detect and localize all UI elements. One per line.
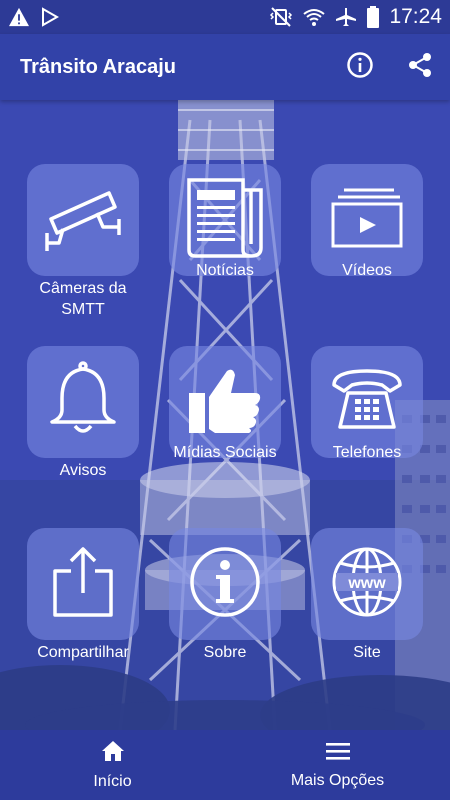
tile-label: Compartilhar	[37, 644, 129, 661]
tile-label: Avisos	[59, 462, 107, 479]
share-button[interactable]	[390, 37, 450, 97]
main-content: Câmeras da SMTT Notícias Vídeos Avisos M…	[0, 100, 450, 730]
cctv-camera-icon	[43, 183, 123, 258]
share-export-icon	[51, 545, 115, 624]
info-button[interactable]	[330, 37, 390, 97]
nav-label: Mais Opções	[290, 771, 385, 789]
telephone-icon	[330, 367, 404, 438]
tile-midias-sociais[interactable]: Mídias Sociais	[169, 346, 281, 463]
share-icon	[407, 52, 433, 83]
svg-text:www: www	[347, 575, 386, 592]
home-icon	[101, 740, 125, 767]
menu-icon	[325, 741, 350, 766]
tile-site[interactable]: www Site	[311, 528, 423, 663]
play-store-icon	[40, 7, 60, 27]
info-icon	[346, 51, 374, 84]
nav-inicio[interactable]: Início	[0, 730, 225, 800]
battery-icon	[367, 6, 380, 28]
status-time: 17:24	[389, 5, 442, 28]
status-bar: 17:24	[0, 0, 450, 34]
vibrate-icon	[269, 7, 293, 27]
nav-label: Início	[93, 772, 132, 790]
warning-icon	[8, 7, 30, 27]
tile-sobre[interactable]: Sobre	[169, 528, 281, 663]
tile-telefones[interactable]: Telefones	[311, 346, 423, 463]
wifi-icon	[303, 7, 326, 27]
tile-noticias[interactable]: Notícias	[169, 164, 281, 281]
tile-cameras[interactable]: Câmeras da SMTT	[27, 164, 139, 320]
bell-icon	[48, 360, 118, 445]
nav-mais-opcoes[interactable]: Mais Opções	[225, 730, 450, 800]
app-title: Trânsito Aracaju	[20, 55, 176, 78]
tile-compartilhar[interactable]: Compartilhar	[27, 528, 139, 663]
thumbs-up-icon	[187, 365, 263, 440]
tile-label: Sobre	[203, 644, 247, 661]
tile-label: Vídeos	[342, 262, 392, 279]
tile-label: Câmeras da SMTT	[39, 280, 127, 318]
tile-label: Notícias	[196, 262, 254, 279]
tile-avisos[interactable]: Avisos	[27, 346, 139, 481]
tile-videos[interactable]: Vídeos	[311, 164, 423, 281]
newspaper-icon	[185, 176, 265, 265]
tile-label: Mídias Sociais	[173, 444, 277, 461]
info-icon	[188, 545, 262, 624]
app-bar: Trânsito Aracaju	[0, 34, 450, 100]
tile-label: Site	[353, 644, 381, 661]
video-icon	[330, 187, 404, 254]
airplane-icon	[335, 7, 357, 27]
bottom-navigation: Início Mais Opções	[0, 730, 450, 800]
www-globe-icon: www	[330, 545, 404, 624]
tile-label: Telefones	[332, 444, 402, 461]
